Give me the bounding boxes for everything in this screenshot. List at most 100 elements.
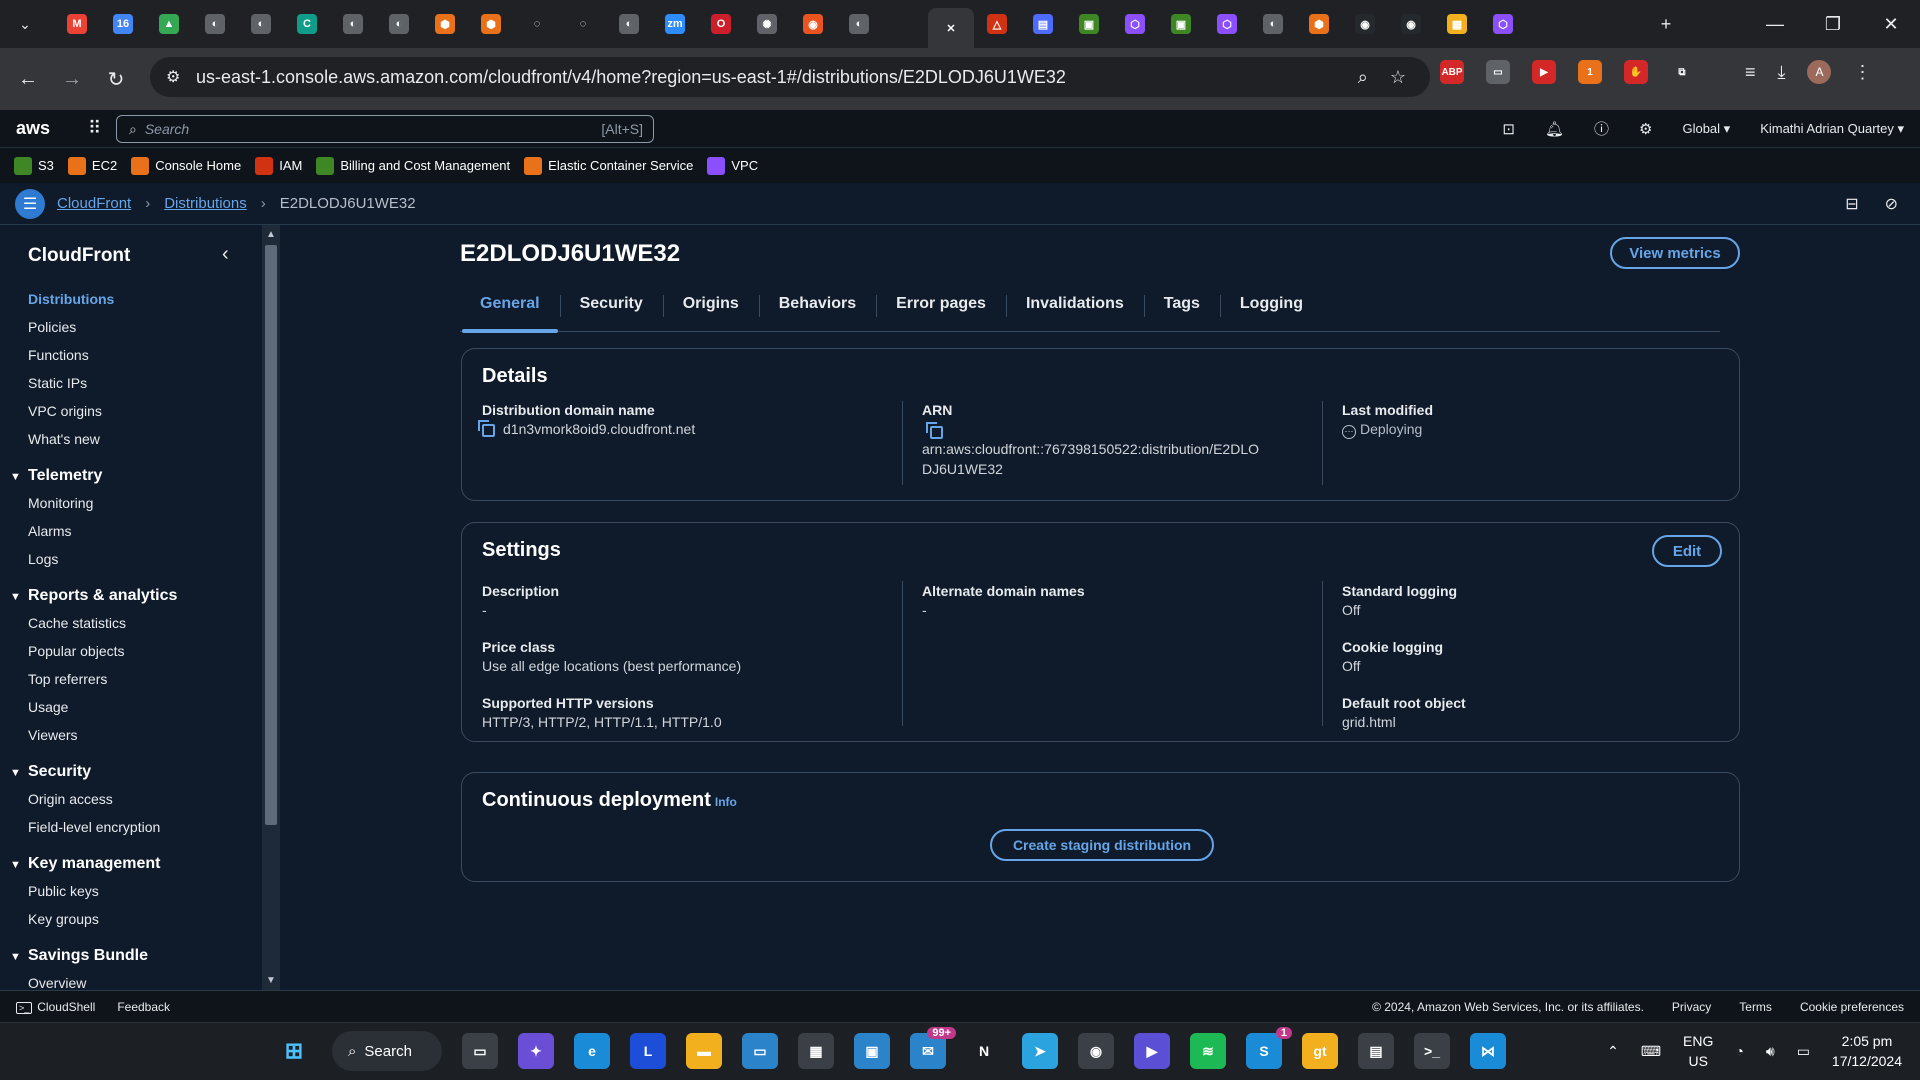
browser-tab[interactable]: ▲ (146, 6, 192, 42)
browser-tab[interactable]: ◉ (1388, 6, 1434, 42)
browser-tab[interactable]: ◌ (514, 6, 560, 42)
back-icon[interactable]: ← (6, 68, 50, 91)
edit-settings-button[interactable]: Edit (1652, 535, 1722, 567)
browser-tab[interactable]: C (284, 6, 330, 42)
info-link[interactable]: Info (715, 795, 737, 809)
bell-icon[interactable]: 🔔︎ (1545, 120, 1564, 138)
bookmark-star-icon[interactable]: ☆ (1390, 67, 1406, 88)
favorite-ec2[interactable]: EC2 (67, 156, 117, 175)
wifi-icon[interactable]: ◔ (1735, 1043, 1743, 1059)
copilot-icon[interactable]: ✦ (518, 1033, 554, 1069)
sidebar-item-vpc-origins[interactable]: VPC origins (28, 401, 258, 429)
breadcrumb-cloudfront-link[interactable]: CloudFront (57, 195, 131, 212)
sidebar-section-key-management[interactable]: Key management (10, 853, 258, 881)
split-panel-icon[interactable]: ⊟ (1845, 194, 1858, 214)
view-metrics-button[interactable]: View metrics (1610, 237, 1740, 269)
browser-tab[interactable]: ✺ (744, 6, 790, 42)
adblock-icon[interactable]: ABP (1440, 60, 1464, 84)
help-icon[interactable]: ⓘ (1594, 118, 1609, 139)
sidebar-item-top-referrers[interactable]: Top referrers (28, 669, 258, 697)
sidebar-item-what-s-new[interactable]: What's new (28, 429, 258, 457)
favorite-console-home[interactable]: Console Home (131, 156, 241, 175)
browser-tab[interactable]: ⬢ (422, 6, 468, 42)
feedback-link[interactable]: Feedback (117, 1000, 170, 1014)
tab-origins[interactable]: Origins (662, 277, 759, 332)
sidebar-section-telemetry[interactable]: Telemetry (10, 465, 258, 493)
sidebar-item-distributions[interactable]: Distributions (28, 289, 258, 317)
browser-tab[interactable]: zm (652, 6, 698, 42)
git-icon[interactable]: gt (1302, 1033, 1338, 1069)
chrome-icon[interactable]: ◉ (1078, 1033, 1114, 1069)
sidebar-section-security[interactable]: Security (10, 761, 258, 789)
browser-tab[interactable]: M (54, 6, 100, 42)
browser-tab[interactable]: ⬡ (1112, 6, 1158, 42)
scroll-down-icon[interactable]: ▼ (266, 975, 276, 986)
favorite-billing-and-cost-management[interactable]: Billing and Cost Management (316, 156, 510, 175)
skype-icon[interactable]: S1 (1246, 1027, 1292, 1069)
taskbar-search[interactable]: ⌕ Search (332, 1031, 442, 1071)
privacy-link[interactable]: Privacy (1672, 1000, 1711, 1014)
tab-search-button[interactable]: ⌄ (8, 6, 42, 42)
tab-behaviors[interactable]: Behaviors (758, 277, 876, 332)
favorite-iam[interactable]: IAM (255, 156, 302, 175)
sidebar-item-public-keys[interactable]: Public keys (28, 881, 258, 909)
monitor-icon[interactable]: ▭ (742, 1033, 778, 1069)
spotify-icon[interactable]: ≋ (1190, 1033, 1226, 1069)
reload-icon[interactable]: ↻ (94, 67, 138, 92)
sidebar-item-monitoring[interactable]: Monitoring (28, 493, 258, 521)
printer-icon[interactable]: ▭ (1486, 60, 1510, 84)
browser-tab[interactable] (882, 6, 928, 42)
cookie-preferences-link[interactable]: Cookie preferences (1800, 1000, 1904, 1014)
sidebar-item-field-level-encryption[interactable]: Field-level encryption (28, 817, 258, 845)
terms-link[interactable]: Terms (1739, 1000, 1772, 1014)
task-view-icon[interactable]: ▭ (462, 1033, 498, 1069)
extension-badge-icon[interactable]: 1 (1578, 60, 1602, 84)
restore-icon[interactable]: ❐ (1804, 14, 1862, 35)
download-icon[interactable]: ⤓ (1778, 62, 1786, 83)
keyboard-icon[interactable]: ⌨ (1641, 1043, 1661, 1060)
store-icon[interactable]: ▦ (798, 1033, 834, 1069)
copy-icon[interactable] (478, 419, 495, 437)
services-grid-icon[interactable]: ⠿ (88, 118, 101, 139)
browser-tab[interactable]: ⬢ (468, 6, 514, 42)
vscode-icon[interactable]: ⋈ (1470, 1033, 1506, 1069)
tab-security[interactable]: Security (559, 277, 663, 332)
netflix-icon[interactable]: N (966, 1033, 1002, 1069)
favorite-vpc[interactable]: VPC (707, 156, 758, 175)
copy-icon[interactable] (926, 421, 943, 439)
sidebar-item-functions[interactable]: Functions (28, 345, 258, 373)
favorite-elastic-container-service[interactable]: Elastic Container Service (524, 156, 693, 175)
media-icon[interactable]: ▶ (1532, 60, 1556, 84)
browser-tab[interactable]: ◉ (790, 6, 836, 42)
tab-tags[interactable]: Tags (1143, 277, 1220, 332)
scrollbar-thumb[interactable] (265, 245, 277, 825)
tab-general[interactable]: General (460, 277, 560, 333)
sidebar-section-reports-analytics[interactable]: Reports & analytics (10, 585, 258, 613)
browser-tab[interactable]: ◐ (1250, 6, 1296, 42)
sidebar-item-overview[interactable]: Overview (28, 973, 258, 990)
browser-tab[interactable]: ⬢ (1296, 6, 1342, 42)
mail-icon[interactable]: ✉ 99+ (910, 1027, 956, 1069)
clock[interactable]: 2:05 pm 17/12/2024 (1832, 1031, 1902, 1071)
sidebar-item-popular-objects[interactable]: Popular objects (28, 641, 258, 669)
region-selector[interactable]: Global ▾ (1682, 121, 1730, 137)
close-window-icon[interactable]: ✕ (1862, 14, 1920, 35)
sidebar-item-policies[interactable]: Policies (28, 317, 258, 345)
browser-tab[interactable]: ✕ (928, 8, 974, 48)
sidebar-item-usage[interactable]: Usage (28, 697, 258, 725)
browser-tab[interactable]: ◐ (238, 6, 284, 42)
favorite-s3[interactable]: S3 (14, 156, 54, 175)
zoom-icon[interactable]: ⌕ (1358, 67, 1368, 88)
sidebar-item-cache-statistics[interactable]: Cache statistics (28, 613, 258, 641)
settings-gear-icon[interactable]: ⚙ (1639, 120, 1652, 138)
site-info-icon[interactable]: ⚙ (166, 67, 180, 87)
sidebar-item-key-groups[interactable]: Key groups (28, 909, 258, 937)
aws-logo[interactable]: aws (16, 118, 56, 139)
browser-tab[interactable]: O (698, 6, 744, 42)
console-search-input[interactable]: ⌕ Search [Alt+S] (116, 115, 654, 143)
collapse-sidebar-icon[interactable]: ‹ (222, 243, 229, 266)
cloudshell-link[interactable]: >_ CloudShell (16, 1000, 95, 1014)
minimize-icon[interactable]: — (1746, 14, 1804, 35)
browser-tab[interactable]: ◐ (330, 6, 376, 42)
browser-tab[interactable]: ◐ (376, 6, 422, 42)
